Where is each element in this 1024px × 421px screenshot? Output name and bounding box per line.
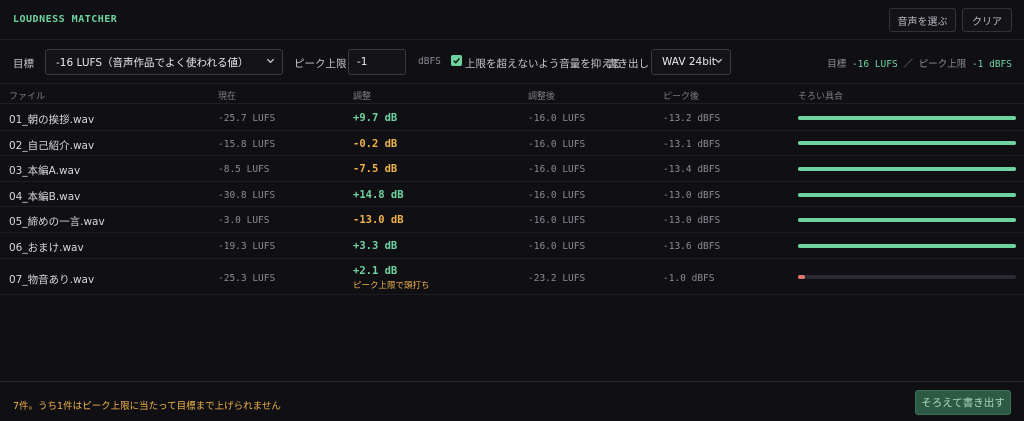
check-icon [453,58,460,64]
col-header-adjust: 調整 [353,92,372,102]
file-name: 01_朝の挨拶.wav [9,114,95,126]
chevron-down-icon [714,56,723,64]
adjust-gain: +2.1 dB [353,264,398,277]
limit-checkbox[interactable] [451,55,462,66]
current-loudness: -15.8 LUFS [218,138,276,150]
match-bar-fill [798,274,805,279]
file-name: 03_本編A.wav [9,165,81,178]
current-loudness: -8.5 LUFS [218,164,270,176]
settings-toolbar: 目標 -16 LUFS（音声作品でよく使われる値） ピーク上限 -1 dBFS … [0,40,1024,84]
current-loudness: -30.8 LUFS [218,189,276,201]
app-title: LOUDNESS MATCHER [13,14,118,25]
table-row[interactable]: 01_朝の挨拶.wav -25.7 LUFS +9.7 dB -16.0 LUFS -1… [0,105,1024,131]
target-summary: 目標 -16 LUFS ／ ピーク上限 -1 dBFS [827,56,1012,70]
adjusted-loudness: -23.2 LUFS [528,272,586,284]
match-bar [798,243,1016,248]
summary-target-label: 目標 [827,59,847,70]
match-bar-fill [798,192,1016,197]
peak-after: -13.1 dBFS [663,138,721,150]
status-message: 7件。うち1件はピーク上限に当たって目標まで上げられません [13,401,281,412]
export-format-label: 書き出し [607,58,649,70]
summary-peak-label: ピーク上限 [918,59,967,70]
table-row[interactable]: 02_自己紹介.wav -15.8 LUFS -0.2 dB -16.0 LUFS -1… [0,131,1024,157]
match-bar-fill [798,141,1016,146]
adjusted-loudness: -16.0 LUFS [528,189,586,201]
match-bar [798,192,1016,197]
adjusted-loudness: -16.0 LUFS [528,241,586,252]
col-header-file: ファイル [9,92,46,102]
peak-after: -13.0 dBFS [663,189,721,201]
peak-after: -13.0 dBFS [663,215,721,227]
table-row[interactable]: 03_本編A.wav -8.5 LUFS -7.5 dB -16.0 LUFS -13.… [0,156,1024,182]
match-and-export-button[interactable]: そろえて書き出す [915,390,1011,415]
file-name: 05_締めの一言.wav [9,216,105,229]
target-label: 目標 [13,58,34,70]
col-header-peak: ピーク後 [663,92,700,102]
peak-after: -13.6 dBFS [663,241,721,252]
match-bar-fill [798,243,1016,248]
match-bar [798,141,1016,146]
col-header-match: そろい具合 [798,92,844,102]
peak-unit-label: dBFS [418,56,441,67]
target-select[interactable]: -16 LUFS（音声作品でよく使われる値） [45,49,283,75]
match-bar [798,115,1016,120]
match-bar [798,166,1016,171]
adjusted-loudness: -16.0 LUFS [528,164,586,176]
adjust-gain: -7.5 dB [353,163,398,176]
summary-peak-value: -1 dBFS [971,59,1012,70]
match-bar-fill [798,115,1016,120]
summary-target-value: -16 LUFS [851,59,898,70]
file-name: 07_物音あり.wav [9,273,95,286]
peak-after: -1.0 dBFS [663,272,715,284]
table-row[interactable]: 05_締めの一言.wav -3.0 LUFS -13.0 dB -16.0 LUFS -… [0,207,1024,233]
peak-limit-label: ピーク上限 [294,58,347,70]
file-name: 04_本編B.wav [9,190,81,203]
match-bar [798,218,1016,223]
adjust-gain: +14.8 dB [353,188,404,201]
table-row[interactable]: 07_物音あり.wav -25.3 LUFS +2.1 dB ピーク上限で頭打ち -23… [0,259,1024,295]
current-loudness: -19.3 LUFS [218,241,276,252]
match-bar [798,274,1016,279]
adjust-gain: +3.3 dB [353,240,398,252]
current-loudness: -3.0 LUFS [218,215,270,227]
match-bar-fill [798,166,1016,171]
export-format-value: WAV 24bit [662,56,716,68]
summary-separator: ／ [903,59,913,70]
choose-audio-button[interactable]: 音声を選ぶ [889,8,956,32]
current-loudness: -25.3 LUFS [218,272,276,284]
adjust-gain: -0.2 dB [353,137,398,150]
app-header: LOUDNESS MATCHER 音声を選ぶ クリア [0,0,1024,40]
table-header: ファイル 現在 調整 調整後 ピーク後 そろい具合 [0,84,1024,104]
peak-limit-note: ピーク上限で頭打ち [353,280,430,291]
adjust-gain: +9.7 dB [353,112,398,124]
file-name: 06_おまけ.wav [9,242,84,254]
adjusted-loudness: -16.0 LUFS [528,215,586,227]
current-loudness: -25.7 LUFS [218,113,276,124]
limit-checkbox-label: 上限を超えないよう音量を抑える [465,58,622,70]
col-header-current: 現在 [218,92,237,102]
clear-button[interactable]: クリア [962,8,1012,32]
adjust-gain: -13.0 dB [353,214,404,227]
peak-after: -13.4 dBFS [663,164,721,176]
peak-limit-input[interactable]: -1 [348,49,406,75]
footer: 7件。うち1件はピーク上限に当たって目標まで上げられません そろえて書き出す [0,381,1024,421]
adjusted-loudness: -16.0 LUFS [528,138,586,150]
chevron-down-icon [266,56,275,64]
table-row[interactable]: 04_本編B.wav -30.8 LUFS +14.8 dB -16.0 LUFS -1… [0,182,1024,208]
export-format-select[interactable]: WAV 24bit [651,49,731,75]
match-bar-fill [798,218,1016,223]
adjusted-loudness: -16.0 LUFS [528,113,586,124]
col-header-after: 調整後 [528,92,556,102]
target-select-value: -16 LUFS（音声作品でよく使われる値） [56,56,249,69]
file-name: 02_自己紹介.wav [9,139,95,152]
peak-after: -13.2 dBFS [663,113,721,124]
table-row[interactable]: 06_おまけ.wav -19.3 LUFS +3.3 dB -16.0 LUFS -13… [0,233,1024,259]
